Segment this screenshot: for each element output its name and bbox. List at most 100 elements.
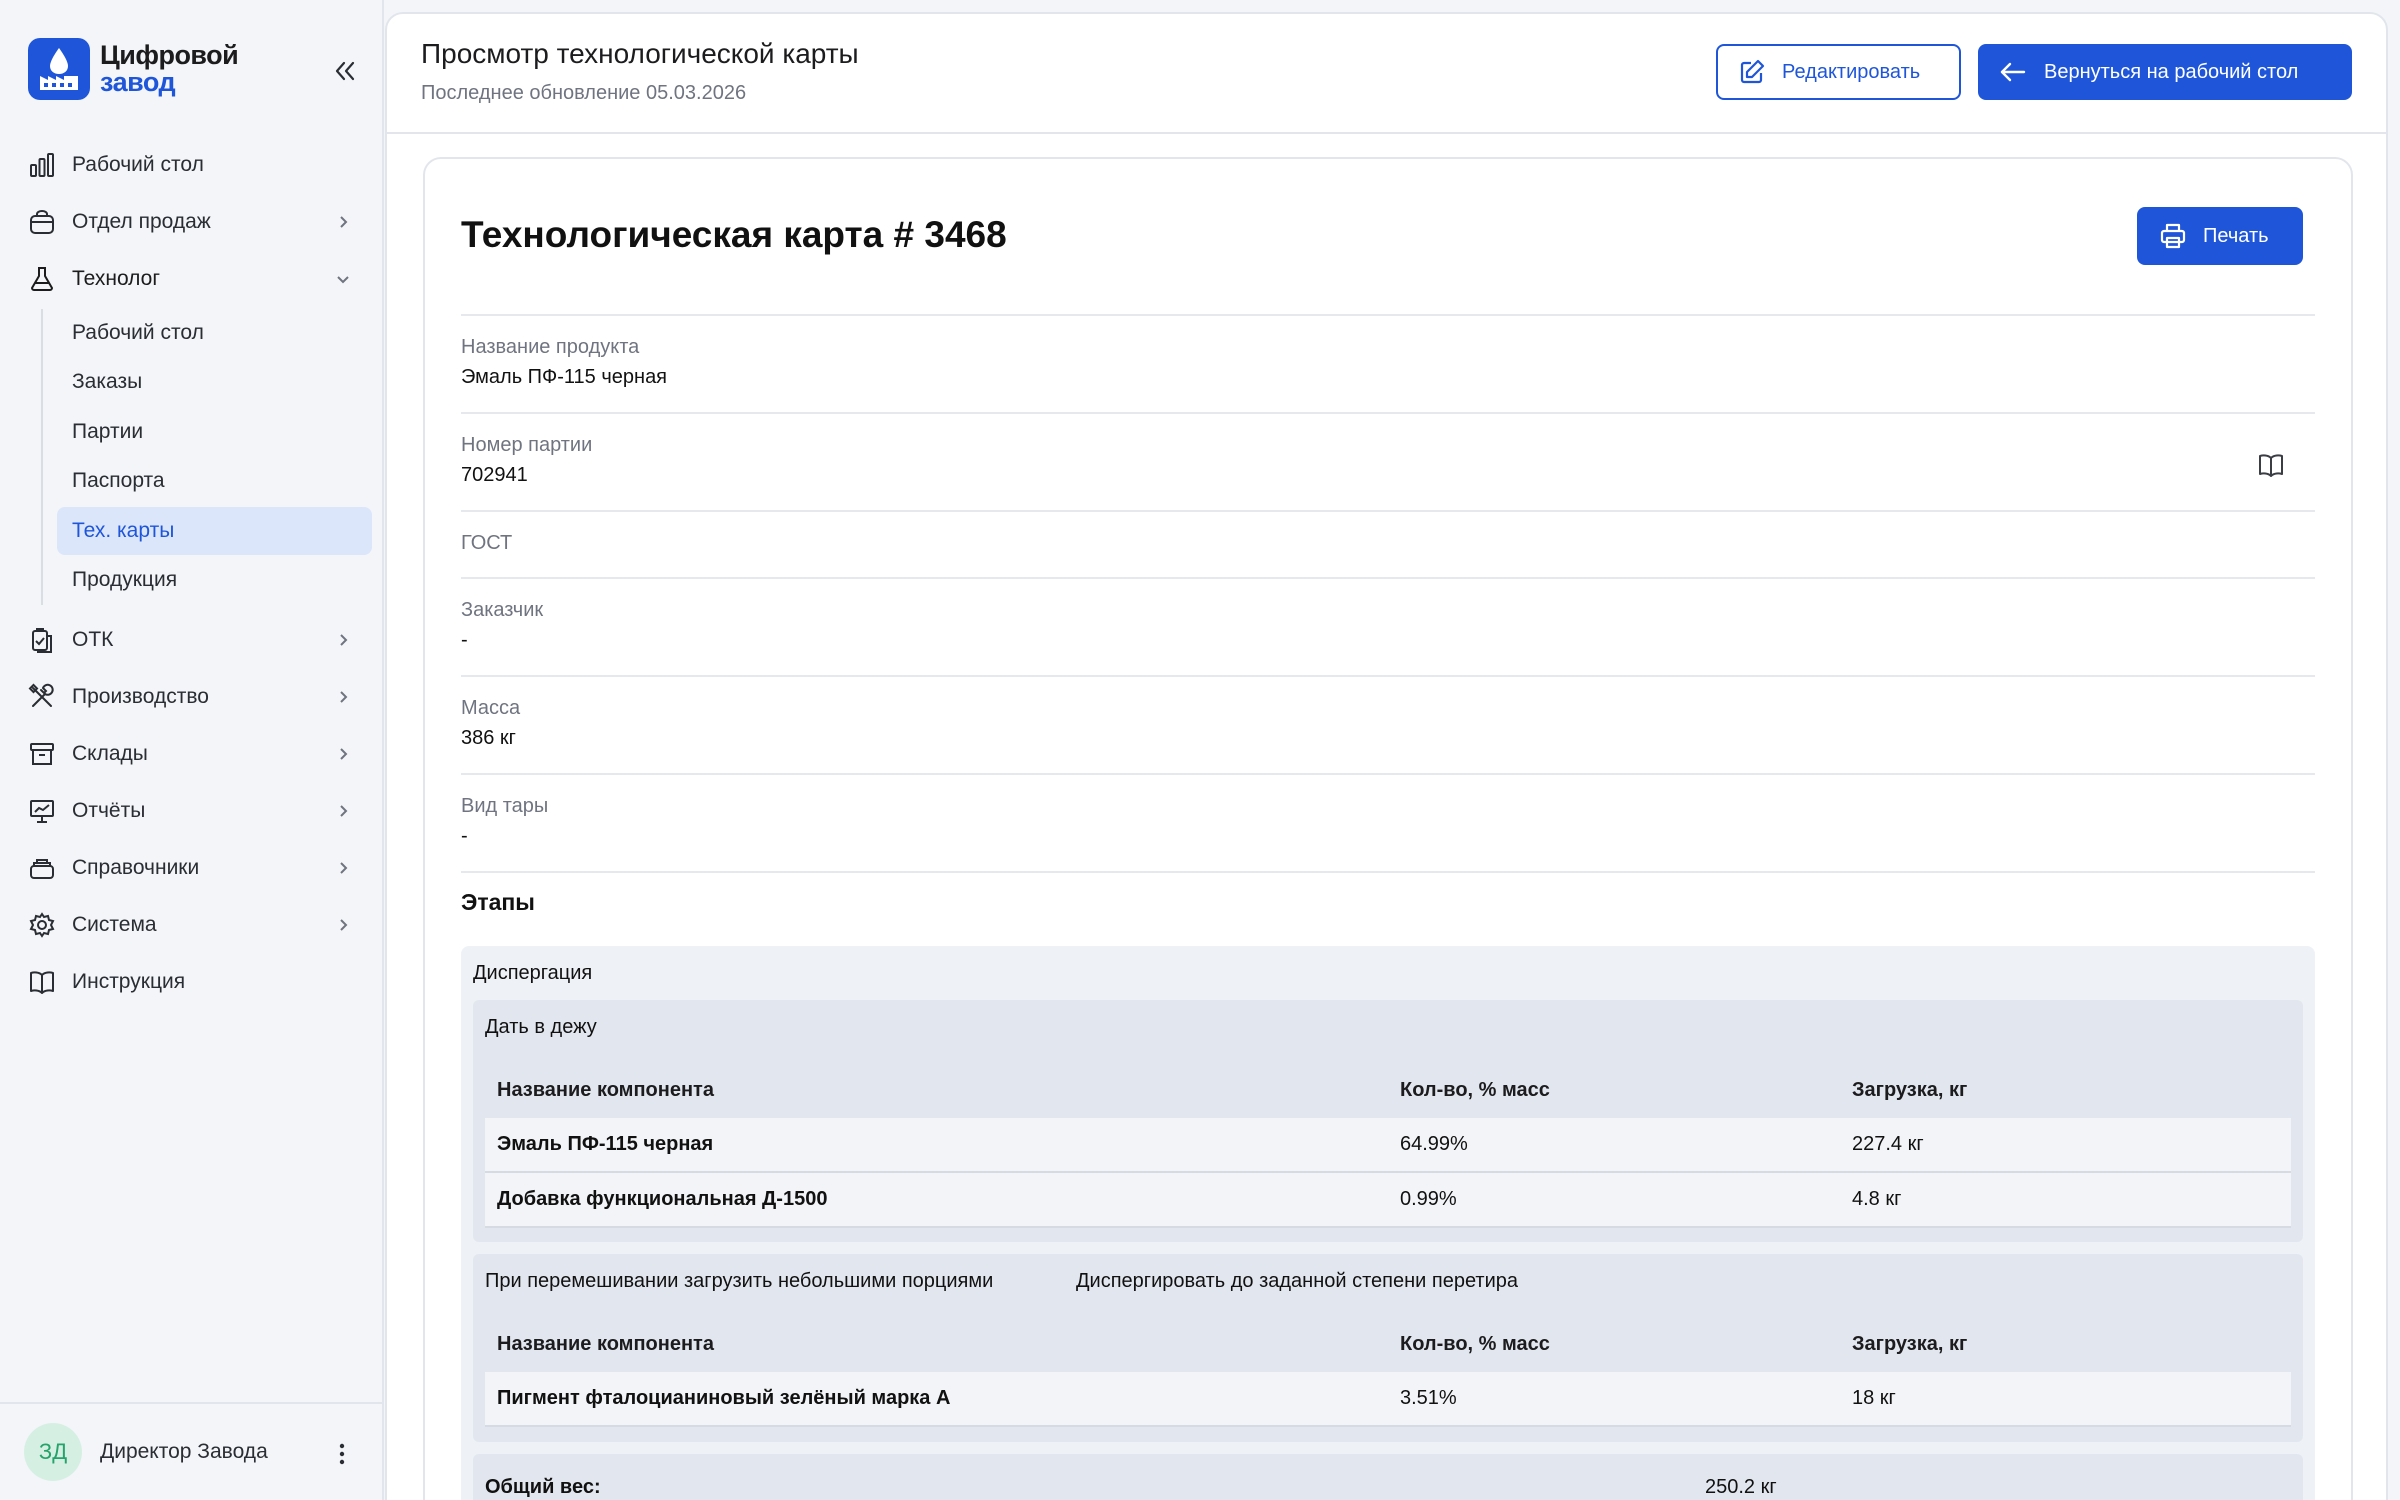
component-percent: 3.51% (1400, 1387, 1457, 1409)
print-button-label: Печать (2203, 224, 2269, 247)
sidebar-item-label: Рабочий стол (72, 153, 204, 176)
back-to-dashboard-button[interactable]: Вернуться на рабочий стол (1978, 44, 2352, 100)
sidebar-item-sales[interactable]: Отдел продаж (28, 200, 364, 244)
field-value: 702941 (461, 464, 528, 486)
field-value: 386 кг (461, 727, 516, 749)
sidebar-item-dashboard[interactable]: Рабочий стол (28, 143, 364, 187)
brand[interactable]: Цифровой завод (28, 38, 239, 100)
stage-step: Дать в дежу Название компонента Кол-во, … (473, 1000, 2303, 1242)
subnav-item-passports[interactable]: Паспорта (57, 457, 372, 505)
sidebar-item-production[interactable]: Производство (28, 675, 364, 719)
layers-icon (28, 854, 56, 882)
field-value: - (461, 825, 468, 847)
sidebar-item-label: Производство (72, 685, 209, 708)
chevron-right-icon (334, 213, 352, 231)
subnav-item-tech-cards[interactable]: Тех. карты (57, 507, 372, 555)
edit-button[interactable]: Редактировать (1716, 44, 1961, 100)
tech-card: Технологическая карта # 3468 Печать Назв… (423, 157, 2353, 1500)
factory-logo-icon (28, 38, 90, 100)
field-label: Вид тары (461, 795, 549, 817)
component-load: 18 кг (1852, 1387, 1896, 1409)
component-load: 4.8 кг (1852, 1188, 1902, 1210)
component-name: Эмаль ПФ-115 черная (497, 1133, 714, 1155)
step-name: При перемешивании загрузить небольшими п… (485, 1270, 994, 1292)
sidebar-item-label: Отдел продаж (72, 210, 211, 233)
subnav-item-orders[interactable]: Заказы (57, 358, 372, 406)
column-header-load: Загрузка, кг (1852, 1333, 1968, 1355)
subnav-item-dashboard[interactable]: Рабочий стол (57, 309, 372, 357)
bar-chart-icon (28, 151, 56, 179)
main-panel: Просмотр технологической карты Последнее… (385, 12, 2388, 1500)
print-button[interactable]: Печать (2137, 207, 2303, 265)
column-header-percent: Кол-во, % масс (1400, 1079, 1550, 1101)
book-icon (28, 968, 56, 996)
user-block[interactable]: ЗД Директор Завода (0, 1402, 384, 1500)
table-row: Эмаль ПФ-115 черная 64.99% 227.4 кг (485, 1118, 2291, 1173)
sidebar-item-label: ОТК (72, 628, 114, 651)
step-name: Дать в дежу (485, 1016, 597, 1038)
subnav-item-batches[interactable]: Партии (57, 408, 372, 456)
more-vertical-icon[interactable] (330, 1440, 354, 1468)
shopping-bag-icon (28, 208, 56, 236)
table-row: Пигмент фталоцианиновый зелёный марка А … (485, 1372, 2291, 1427)
collapse-sidebar-icon[interactable] (330, 56, 360, 86)
field-label: ГОСТ (461, 532, 513, 554)
stage-step: При перемешивании загрузить небольшими п… (473, 1254, 2303, 1442)
subnav-divider (41, 309, 43, 605)
step-instruction: Диспергировать до заданной степени перет… (1076, 1270, 1519, 1292)
sidebar-item-label: Инструкция (72, 970, 186, 993)
sidebar-item-label: Отчёты (72, 799, 146, 822)
sidebar-item-reports[interactable]: Отчёты (28, 789, 364, 833)
sidebar-item-label: Система (72, 913, 157, 936)
edit-icon (1738, 58, 1782, 86)
subnav-item-products[interactable]: Продукция (57, 556, 372, 604)
field-value: Эмаль ПФ-115 черная (461, 366, 668, 388)
chevron-down-icon (334, 270, 352, 288)
clipboard-check-icon (28, 626, 56, 654)
arrow-left-icon (1998, 58, 2044, 86)
component-name: Пигмент фталоцианиновый зелёный марка А (497, 1387, 951, 1409)
sidebar-item-otk[interactable]: ОТК (28, 618, 364, 662)
chevron-right-icon (334, 745, 352, 763)
divider (461, 871, 2315, 873)
page-title: Просмотр технологической карты (421, 38, 859, 69)
sidebar-item-instruction[interactable]: Инструкция (28, 960, 364, 1004)
field-batch: Номер партии 702941 (461, 412, 2315, 510)
component-percent: 64.99% (1400, 1133, 1468, 1155)
archive-icon (28, 740, 56, 768)
tools-icon (28, 683, 56, 711)
field-customer: Заказчик - (461, 577, 2315, 675)
field-label: Заказчик (461, 599, 544, 621)
total-weight-row: Общий вес: 250.2 кг (473, 1454, 2303, 1500)
sidebar-item-technolog[interactable]: Технолог (28, 257, 364, 301)
printer-icon (2159, 222, 2203, 250)
brand-name-line2: завод (100, 67, 176, 97)
sidebar-item-directories[interactable]: Справочники (28, 846, 364, 890)
stage-block: Диспергация Дать в дежу Название компоне… (461, 946, 2315, 1500)
column-header-name: Название компонента (497, 1079, 714, 1101)
stages-heading: Этапы (461, 889, 535, 915)
brand-name-line1: Цифровой (100, 40, 239, 70)
stage-name: Диспергация (473, 962, 593, 984)
back-button-label: Вернуться на рабочий стол (2044, 60, 2299, 83)
column-header-percent: Кол-во, % масс (1400, 1333, 1550, 1355)
table-row: Добавка функциональная Д-1500 0.99% 4.8 … (485, 1173, 2291, 1228)
sidebar-item-warehouses[interactable]: Склады (28, 732, 364, 776)
component-percent: 0.99% (1400, 1188, 1457, 1210)
field-gost: ГОСТ (461, 510, 2315, 577)
field-tare: Вид тары - (461, 773, 2315, 871)
edit-button-label: Редактировать (1782, 60, 1921, 83)
sidebar-item-label: Склады (72, 742, 148, 765)
sidebar: Цифровой завод Рабочий стол Отдел продаж… (0, 0, 384, 1500)
chevron-right-icon (334, 916, 352, 934)
component-load: 227.4 кг (1852, 1133, 1924, 1155)
total-weight-label: Общий вес: (485, 1476, 601, 1498)
field-label: Номер партии (461, 434, 593, 456)
field-label: Масса (461, 697, 521, 719)
gear-icon (28, 911, 56, 939)
sidebar-item-label: Справочники (72, 856, 200, 879)
column-header-name: Название компонента (497, 1333, 714, 1355)
book-icon[interactable] (2257, 451, 2285, 479)
sidebar-item-system[interactable]: Система (28, 903, 364, 947)
user-name: Директор Завода (100, 1440, 268, 1463)
